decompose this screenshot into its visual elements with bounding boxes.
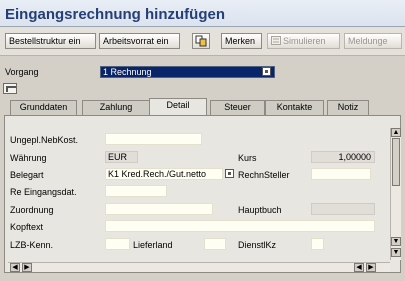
dienstlkz-label: DienstlKz [238,240,277,250]
lzb-kenn-field[interactable] [105,238,130,250]
tab-kontakte[interactable]: Kontakte [265,100,324,115]
tab-notiz[interactable]: Notiz [327,100,369,115]
rechnsteller-label: RechnSteller [238,170,290,180]
kopftext-field[interactable] [105,220,375,232]
ungepl-nebkost-label: Ungepl.NebKost. [10,135,79,145]
tab-grunddaten[interactable]: Grunddaten [10,100,77,115]
reeingang-field[interactable] [105,185,167,197]
merken-button[interactable]: Merken [221,33,262,49]
scroll-left-end-icon[interactable]: ◀ [354,263,364,272]
kurs-field[interactable]: 1,00000 [311,151,375,163]
window-title: Eingangsrechnung hinzufügen [5,6,225,23]
title-bar: Eingangsrechnung hinzufügen [0,0,405,27]
dienstlkz-field[interactable] [311,238,324,250]
ungepl-nebkost-field[interactable] [105,133,202,145]
tab-steuer[interactable]: Steuer [210,100,265,115]
horizontal-scrollbar[interactable]: ◀ ▶ ◀ ▶ [8,262,390,272]
zuordnung-label: Zuordnung [10,205,54,215]
vertical-scrollbar[interactable]: ▲ ▼ ▼ [390,128,401,260]
belegart-value-help-icon[interactable] [225,169,234,178]
hauptbuch-field[interactable] [311,203,375,215]
meldungen-button[interactable]: Meldunge [344,33,402,49]
hold-icon-button[interactable] [192,33,210,49]
value-help-icon[interactable] [262,67,271,76]
vertical-scroll-thumb[interactable] [392,138,400,186]
scroll-bottom-icon[interactable]: ▼ [391,248,401,257]
scroll-right-icon[interactable]: ▶ [366,263,376,272]
scroll-down-icon[interactable]: ▼ [391,237,401,246]
lieferland-label: Lieferland [133,240,173,250]
document-icon[interactable] [3,83,17,94]
belegart-label: Belegart [10,170,44,180]
application-toolbar: Bestellstruktur ein Arbeitsvorrat ein Me… [0,27,405,56]
waehrung-field[interactable]: EUR [105,151,138,163]
hauptbuch-label: Hauptbuch [238,205,282,215]
scroll-left-icon[interactable]: ◀ [10,263,20,272]
detail-panel: Ungepl.NebKost. Währung EUR Kurs 1,00000… [4,115,401,273]
scroll-right-small-icon[interactable]: ▶ [22,263,32,272]
simulate-icon [271,36,281,45]
tab-strip: Grunddaten Zahlung Detail Steuer Kontakt… [8,98,398,115]
vorgang-field[interactable]: 1 Rechnung [100,66,275,78]
reeingang-label: Re Eingangsdat. [10,187,77,197]
kopftext-label: Kopftext [10,222,44,232]
arbeitsvorrat-button[interactable]: Arbeitsvorrat ein [99,33,180,49]
rechnsteller-field[interactable] [311,168,371,180]
detail-form: Ungepl.NebKost. Währung EUR Kurs 1,00000… [8,128,386,260]
zuordnung-field[interactable] [105,203,213,215]
simulieren-button[interactable]: Simulieren [267,33,340,49]
bestellstruktur-button[interactable]: Bestellstruktur ein [5,33,96,49]
copy-icon [195,35,207,47]
lieferland-field[interactable] [204,238,226,250]
belegart-field[interactable]: K1 Kred.Rech./Gut.netto [105,168,223,180]
tab-zahlung[interactable]: Zahlung [82,100,150,115]
lzb-kenn-label: LZB-Kenn. [10,240,54,250]
tab-detail[interactable]: Detail [149,98,207,115]
kurs-label: Kurs [238,153,257,163]
waehrung-label: Währung [10,153,47,163]
scroll-up-icon[interactable]: ▲ [391,128,401,137]
vorgang-label: Vorgang [5,67,39,77]
